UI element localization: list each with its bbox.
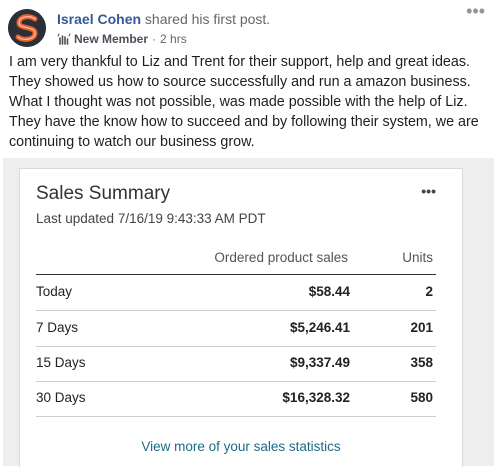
row-sales: $58.44 [308, 284, 350, 299]
table-row: 7 Days $5,246.41 201 [36, 311, 436, 347]
row-sales: $5,246.41 [289, 320, 350, 335]
meta-separator: · [152, 32, 157, 46]
post-action: shared his first post. [144, 11, 271, 27]
column-header-units: Units [402, 250, 433, 265]
attached-image: Sales Summary Last updated 7/16/19 9:43:… [3, 158, 494, 467]
row-units: 580 [410, 390, 433, 405]
table-row: 15 Days $9,337.49 358 [36, 346, 436, 382]
table-row: Today $58.44 2 [36, 275, 436, 311]
card-title: Sales Summary [36, 183, 171, 204]
row-units: 2 [425, 284, 433, 299]
row-sales: $16,328.32 [282, 390, 350, 405]
row-units: 201 [410, 320, 433, 335]
avatar[interactable] [8, 9, 46, 47]
row-period: 15 Days [36, 355, 86, 370]
post-header: Israel Cohen shared his first post. New … [0, 0, 497, 52]
avatar-logo-icon [8, 9, 46, 47]
row-sales: $9,337.49 [289, 355, 350, 370]
post-options-button[interactable]: ••• [466, 2, 485, 20]
row-period: 30 Days [36, 390, 86, 405]
wave-hand-icon [57, 33, 71, 45]
row-period: Today [36, 284, 73, 299]
member-badge: New Member [74, 32, 149, 46]
post-body: I am very thankful to Liz and Trent for … [9, 54, 479, 150]
sales-summary-card: Sales Summary Last updated 7/16/19 9:43:… [19, 168, 463, 467]
last-updated: Last updated 7/16/19 9:43:33 AM PDT [36, 211, 266, 226]
author-name[interactable]: Israel Cohen [57, 11, 141, 27]
row-units: 358 [410, 355, 433, 370]
column-header-product-sales: Ordered product sales [214, 250, 348, 265]
table-row: 30 Days $16,328.32 580 [36, 381, 436, 417]
row-period: 7 Days [36, 320, 79, 335]
view-more-link[interactable]: View more of your sales statistics [20, 439, 462, 454]
author-line: Israel Cohen shared his first post. [57, 11, 270, 27]
post-meta: New Member · 2 hrs [57, 32, 187, 46]
post-time[interactable]: 2 hrs [160, 32, 187, 46]
card-options-button[interactable]: ••• [421, 183, 436, 199]
